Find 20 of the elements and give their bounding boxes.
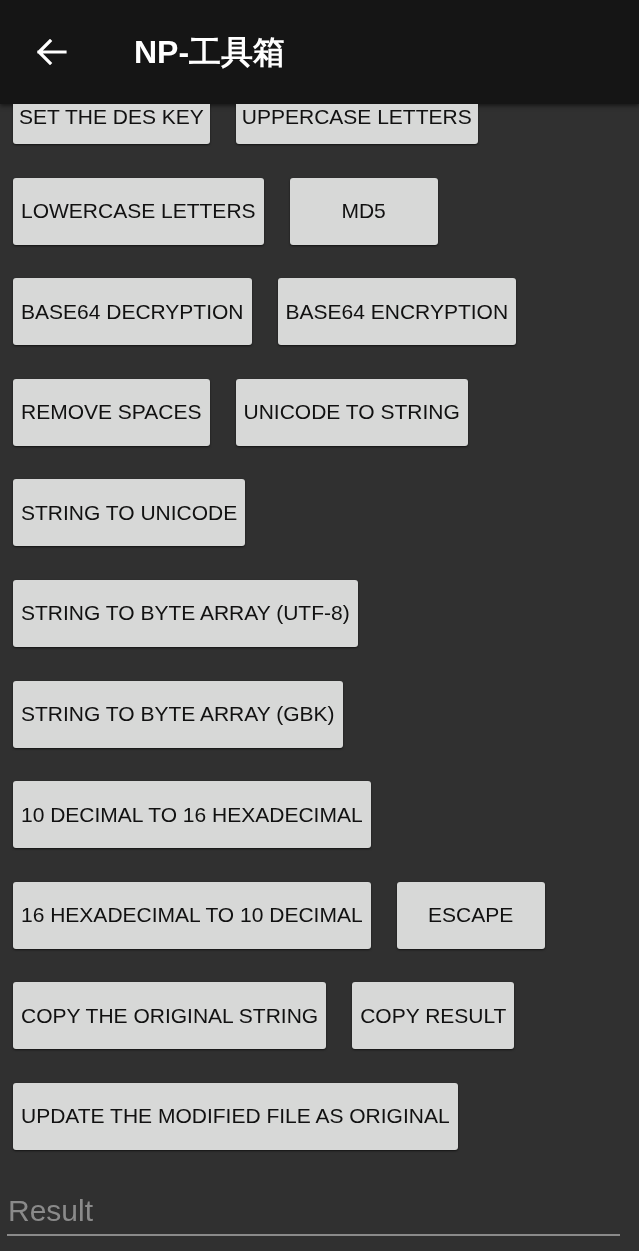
- action-button[interactable]: UNICODE TO STRING: [235, 378, 468, 446]
- action-button[interactable]: UPPERCASE LETTERS: [235, 104, 478, 144]
- action-button[interactable]: 10 DECIMAL TO 16 HEXADECIMAL: [13, 781, 371, 849]
- action-button[interactable]: COPY RESULT: [352, 982, 515, 1050]
- action-button[interactable]: BASE64 ENCRYPTION: [277, 278, 517, 346]
- action-button[interactable]: MD5: [289, 177, 438, 245]
- app-title: NP-工具箱: [134, 33, 286, 72]
- action-button[interactable]: STRING TO BYTE ARRAY (GBK): [13, 680, 343, 748]
- action-button[interactable]: LOWERCASE LETTERS: [13, 177, 264, 245]
- action-button[interactable]: 16 HEXADECIMAL TO 10 DECIMAL: [13, 881, 371, 949]
- action-button[interactable]: STRING TO BYTE ARRAY (UTF-8): [13, 579, 358, 647]
- action-button[interactable]: COPY THE ORIGINAL STRING: [13, 982, 327, 1050]
- action-button[interactable]: STRING TO UNICODE: [13, 479, 246, 547]
- back-icon[interactable]: [37, 39, 67, 65]
- action-button[interactable]: BASE64 DECRYPTION: [13, 278, 252, 346]
- result-field[interactable]: Result: [7, 1187, 620, 1236]
- action-button[interactable]: UPDATE THE MODIFIED FILE AS ORIGINAL: [13, 1082, 458, 1150]
- action-button[interactable]: ESCAPE: [396, 881, 545, 949]
- action-button[interactable]: REMOVE SPACES: [13, 378, 210, 446]
- action-button[interactable]: SET THE DES KEY: [13, 104, 210, 144]
